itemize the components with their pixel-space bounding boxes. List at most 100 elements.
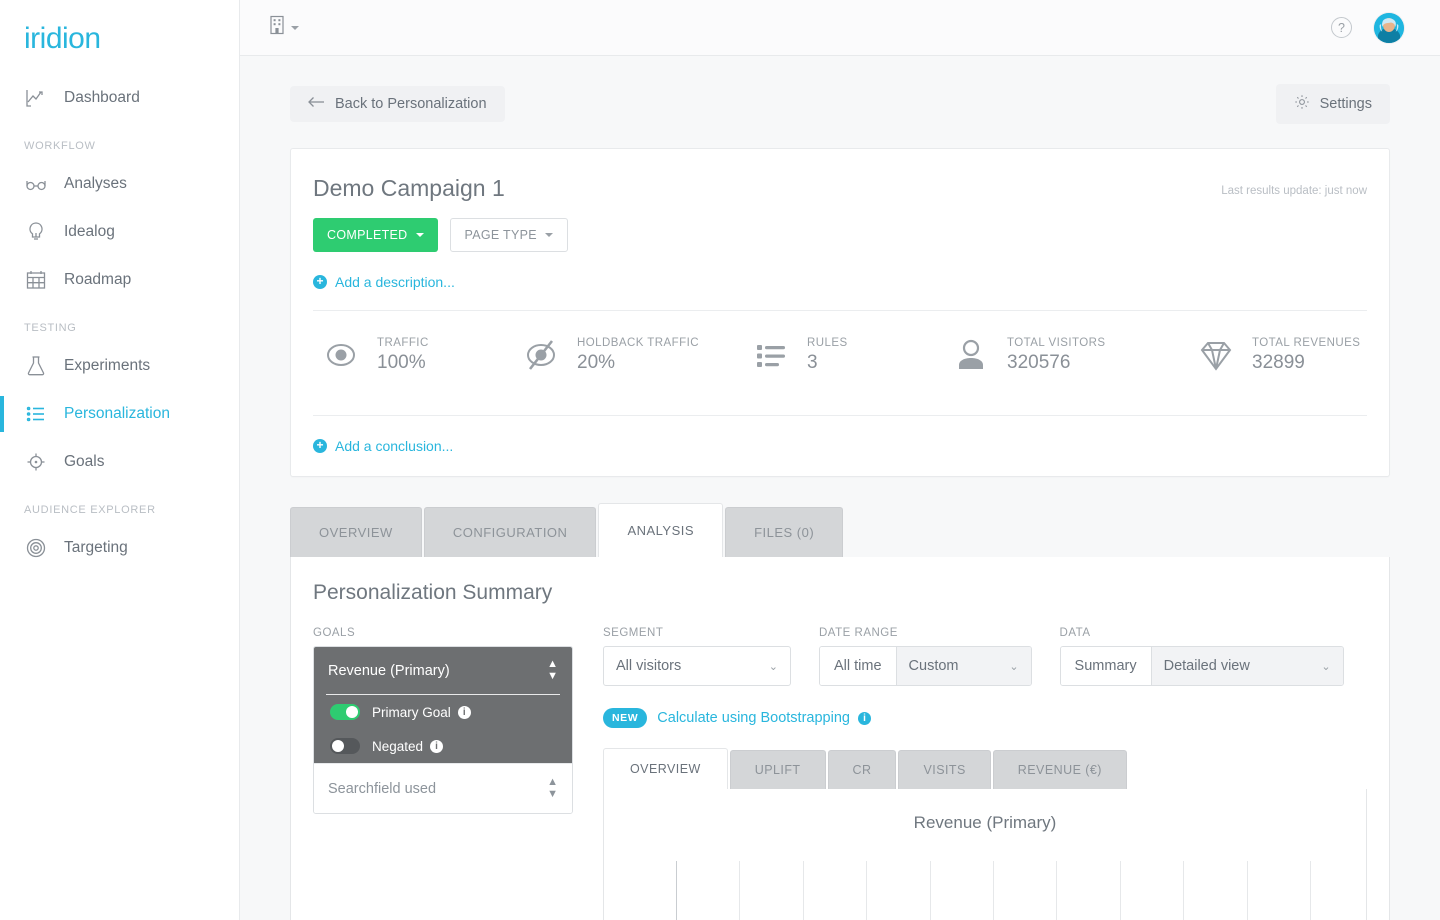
primary-goal-toggle[interactable] bbox=[330, 704, 360, 720]
chart-container: Revenue (Primary) 1.68 € bbox=[603, 789, 1367, 920]
stat-traffic: TRAFFIC 100% bbox=[319, 333, 519, 377]
chart-gridline bbox=[866, 861, 868, 920]
chart-gridline bbox=[1246, 861, 1248, 920]
data-view-select[interactable]: Detailed view ⌄ bbox=[1150, 647, 1343, 685]
goals-option-searchfield-used[interactable]: Searchfield used ▲ ▼ bbox=[314, 763, 572, 813]
stat-value: 3 bbox=[807, 351, 818, 373]
sidebar-item-experiments[interactable]: Experiments bbox=[0, 342, 239, 390]
segment-filter: SEGMENT All visitors ⌄ bbox=[603, 627, 791, 686]
info-icon[interactable]: i bbox=[457, 705, 471, 719]
new-badge: NEW bbox=[603, 708, 648, 728]
last-results-update: Last results update: just now bbox=[1221, 185, 1367, 197]
page-type-label: PAGE TYPE bbox=[464, 228, 537, 242]
data-summary-button[interactable]: Summary bbox=[1060, 647, 1151, 685]
stat-value: 320576 bbox=[1007, 351, 1071, 373]
status-label: COMPLETED bbox=[327, 228, 408, 242]
chart-tabs: OVERVIEW UPLIFT CR VISITS REVENUE (€) bbox=[603, 748, 1367, 789]
data-label: DATA bbox=[1059, 627, 1091, 639]
sidebar-section-audience-explorer: AUDIENCE EXPLORER bbox=[24, 504, 156, 516]
eye-off-icon bbox=[519, 333, 563, 377]
sidebar-item-idealog[interactable]: Idealog bbox=[0, 208, 239, 256]
date-range-filter: DATE RANGE All time Custom ⌄ bbox=[819, 627, 1032, 686]
sidebar-item-personalization[interactable]: Personalization bbox=[0, 390, 239, 438]
help-icon[interactable]: ? bbox=[1331, 17, 1352, 38]
chart-tab-overview[interactable]: OVERVIEW bbox=[603, 748, 728, 789]
sidebar-section-testing: TESTING bbox=[24, 322, 77, 334]
negated-label: Negated bbox=[372, 738, 424, 754]
info-icon[interactable]: i bbox=[857, 711, 871, 725]
tab-overview[interactable]: OVERVIEW bbox=[290, 507, 422, 557]
date-range-all-time-button[interactable]: All time bbox=[820, 647, 896, 685]
avatar[interactable] bbox=[1374, 12, 1404, 43]
bullseye-icon bbox=[24, 536, 48, 560]
sidebar-item-analyses[interactable]: Analyses bbox=[0, 160, 239, 208]
chart-tab-cr[interactable]: CR bbox=[827, 750, 897, 789]
campaign-controls: COMPLETED PAGE TYPE bbox=[313, 218, 1367, 252]
stat-rules: RULES 3 bbox=[749, 333, 949, 377]
data-filter: DATA Summary Detailed view ⌄ bbox=[1059, 627, 1344, 686]
back-to-personalization-button[interactable]: Back to Personalization bbox=[290, 86, 505, 122]
sidebar-item-roadmap[interactable]: Roadmap bbox=[0, 256, 239, 304]
sidebar: iridion Dashboard WORKFLOW Analyses Idea… bbox=[0, 0, 240, 920]
campaign-card-header: Demo Campaign 1 Last results update: jus… bbox=[313, 175, 1367, 202]
tab-configuration[interactable]: CONFIGURATION bbox=[423, 507, 597, 557]
negated-toggle-row: Negated i bbox=[314, 729, 572, 763]
stat-label: HOLDBACK TRAFFIC bbox=[577, 336, 700, 349]
campaign-card: Demo Campaign 1 Last results update: jus… bbox=[290, 148, 1390, 477]
stat-label: TOTAL REVENUES bbox=[1252, 336, 1361, 349]
sidebar-item-label: Analyses bbox=[64, 175, 127, 192]
chart-gridline bbox=[929, 861, 931, 920]
segment-select[interactable]: All visitors ⌄ bbox=[603, 646, 791, 686]
settings-button-label: Settings bbox=[1319, 96, 1372, 112]
chart-gridline bbox=[1119, 861, 1121, 920]
tab-analysis[interactable]: ANALYSIS bbox=[598, 503, 724, 557]
negated-label-wrap: Negated i bbox=[372, 738, 444, 754]
date-range-label: DATE RANGE bbox=[819, 627, 898, 639]
stat-label: RULES bbox=[807, 336, 848, 349]
page-type-button[interactable]: PAGE TYPE bbox=[449, 218, 568, 252]
sidebar-section-workflow: WORKFLOW bbox=[24, 140, 96, 152]
stat-label: TOTAL VISITORS bbox=[1007, 336, 1106, 349]
action-toolbar: Back to Personalization Settings bbox=[290, 84, 1390, 124]
person-icon bbox=[949, 333, 993, 377]
add-description-link[interactable]: + Add a description... bbox=[313, 274, 455, 290]
stat-value: 20% bbox=[577, 351, 616, 373]
add-description-label: Add a description... bbox=[335, 274, 455, 290]
calculate-bootstrapping-link[interactable]: Calculate using Bootstrapping i bbox=[657, 710, 871, 726]
org-switcher[interactable] bbox=[268, 14, 299, 41]
lightbulb-icon bbox=[24, 220, 48, 244]
sidebar-item-targeting[interactable]: Targeting bbox=[0, 524, 239, 572]
chart-gridline bbox=[1310, 861, 1311, 920]
primary-goal-toggle-row: Primary Goal i bbox=[314, 695, 572, 729]
sort-updown-icon: ▲ ▼ bbox=[547, 776, 558, 800]
chart-title: Revenue (Primary) bbox=[913, 813, 1057, 832]
add-conclusion-link[interactable]: + Add a conclusion... bbox=[313, 438, 453, 454]
date-range-select[interactable]: Custom ⌄ bbox=[895, 647, 1031, 685]
sidebar-item-goals[interactable]: Goals bbox=[0, 438, 239, 486]
building-icon bbox=[268, 14, 286, 41]
negated-toggle[interactable] bbox=[330, 738, 360, 754]
sidebar-item-dashboard[interactable]: Dashboard bbox=[0, 74, 239, 122]
goals-dropdown: Revenue (Primary) ▲ ▼ Primary Goal i Neg… bbox=[313, 646, 573, 814]
info-icon[interactable]: i bbox=[430, 739, 444, 753]
top-bar-right: ? bbox=[1331, 12, 1404, 43]
goals-option-label: Searchfield used bbox=[328, 780, 437, 797]
chevron-down-icon bbox=[544, 233, 553, 237]
add-conclusion-label: Add a conclusion... bbox=[335, 438, 454, 454]
chart-tab-uplift[interactable]: UPLIFT bbox=[729, 750, 826, 789]
chevron-down-icon: ⌄ bbox=[1321, 660, 1331, 673]
chart-tab-visits[interactable]: VISITS bbox=[898, 750, 991, 789]
data-group: Summary Detailed view ⌄ bbox=[1059, 646, 1344, 686]
glasses-icon bbox=[24, 172, 48, 196]
list-bullets-icon bbox=[749, 333, 793, 377]
tab-files[interactable]: FILES (0) bbox=[725, 507, 844, 557]
goals-selected-option[interactable]: Revenue (Primary) ▲ ▼ bbox=[314, 647, 572, 694]
settings-button[interactable]: Settings bbox=[1275, 84, 1390, 124]
sidebar-item-label: Experiments bbox=[64, 357, 151, 374]
primary-goal-label: Primary Goal bbox=[372, 704, 451, 720]
status-badge-completed[interactable]: COMPLETED bbox=[313, 218, 438, 252]
chart-tab-revenue[interactable]: REVENUE (€) bbox=[992, 750, 1127, 789]
goals-divider bbox=[326, 694, 560, 695]
top-bar: ? bbox=[240, 0, 1440, 56]
stat-label: TRAFFIC bbox=[377, 336, 429, 349]
